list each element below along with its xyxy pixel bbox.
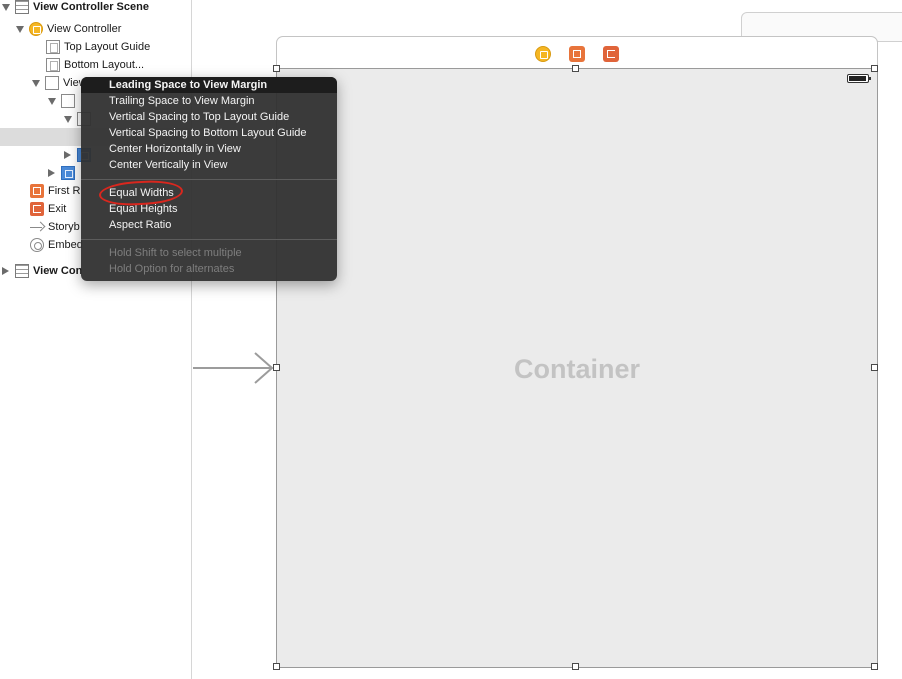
scene-icon	[15, 264, 29, 278]
first-responder-icon	[30, 184, 44, 198]
view-icon	[45, 76, 59, 90]
constraint-context-menu: Leading Space to View Margin Trailing Sp…	[81, 77, 337, 281]
exit-icon	[30, 202, 44, 216]
embed-segue-icon	[30, 238, 44, 252]
disclosure-down-icon[interactable]	[16, 25, 24, 33]
disclosure-down-icon[interactable]	[32, 79, 40, 87]
view-controller-scene[interactable]: Container	[273, 36, 878, 670]
resize-handle-right[interactable]	[871, 364, 878, 371]
outline-item-label: Bottom Layout...	[64, 59, 145, 71]
disclosure-right-icon[interactable]	[48, 169, 55, 177]
outline-item-label: Embed	[48, 239, 83, 251]
scene-icon	[15, 0, 29, 14]
blue-view-icon	[61, 166, 75, 180]
menu-hint-option: Hold Option for alternates	[109, 263, 235, 275]
outline-item-label: Storyb	[48, 221, 80, 233]
menu-hint-shift: Hold Shift to select multiple	[109, 247, 242, 259]
resize-handle-bottom-left[interactable]	[273, 663, 280, 670]
resize-handle-top-right[interactable]	[871, 65, 878, 72]
disclosure-right-icon[interactable]	[64, 151, 71, 159]
outline-item-label: View Controller	[47, 23, 122, 35]
storyboard-entry-arrow-icon	[30, 220, 44, 234]
menu-separator	[81, 179, 337, 180]
disclosure-down-icon[interactable]	[48, 97, 56, 105]
menu-item-trailing-space[interactable]: Trailing Space to View Margin	[81, 93, 337, 109]
resize-handle-top-left[interactable]	[273, 65, 280, 72]
layout-guide-icon	[46, 40, 60, 54]
disclosure-down-icon[interactable]	[2, 3, 10, 11]
battery-icon	[847, 74, 871, 83]
first-responder-icon[interactable]	[569, 45, 585, 62]
resize-handle-bottom[interactable]	[572, 663, 579, 670]
disclosure-down-icon[interactable]	[64, 115, 72, 123]
view-controller-icon	[29, 22, 43, 36]
outline-row-bottom-layout-guide[interactable]: Bottom Layout...	[0, 56, 191, 74]
container-label: Container	[513, 354, 640, 384]
menu-item-aspect-ratio[interactable]: Aspect Ratio	[81, 217, 337, 233]
outline-row-top-layout-guide[interactable]: Top Layout Guide	[0, 38, 191, 56]
outline-item-label: First R	[48, 185, 81, 197]
outline-item-label: View Con	[33, 265, 83, 277]
menu-separator	[81, 239, 337, 240]
exit-icon[interactable]	[603, 45, 619, 62]
resize-handle-left[interactable]	[273, 364, 280, 371]
disclosure-right-icon[interactable]	[2, 267, 9, 275]
outline-item-label: Exit	[48, 203, 67, 215]
menu-item-center-horizontally[interactable]: Center Horizontally in View	[81, 141, 337, 157]
layout-guide-icon	[46, 58, 60, 72]
outline-row-view-controller[interactable]: View Controller	[0, 20, 191, 38]
menu-item-leading-space[interactable]: Leading Space to View Margin	[81, 77, 337, 93]
menu-item-vertical-spacing-bottom[interactable]: Vertical Spacing to Bottom Layout Guide	[81, 125, 337, 141]
view-controller-icon[interactable]	[535, 45, 551, 62]
view-icon	[61, 94, 75, 108]
container-view[interactable]: Container	[276, 68, 878, 668]
initial-view-controller-arrow-icon[interactable]	[193, 350, 277, 386]
outline-item-label: View Controller Scene	[33, 1, 149, 13]
menu-item-vertical-spacing-top[interactable]: Vertical Spacing to Top Layout Guide	[81, 109, 337, 125]
resize-handle-bottom-right[interactable]	[871, 663, 878, 670]
resize-handle-top[interactable]	[572, 65, 579, 72]
menu-item-center-vertically[interactable]: Center Vertically in View	[81, 157, 337, 173]
outline-row-view-controller-scene[interactable]: View Controller Scene	[0, 0, 191, 16]
outline-item-label: Top Layout Guide	[64, 41, 151, 53]
